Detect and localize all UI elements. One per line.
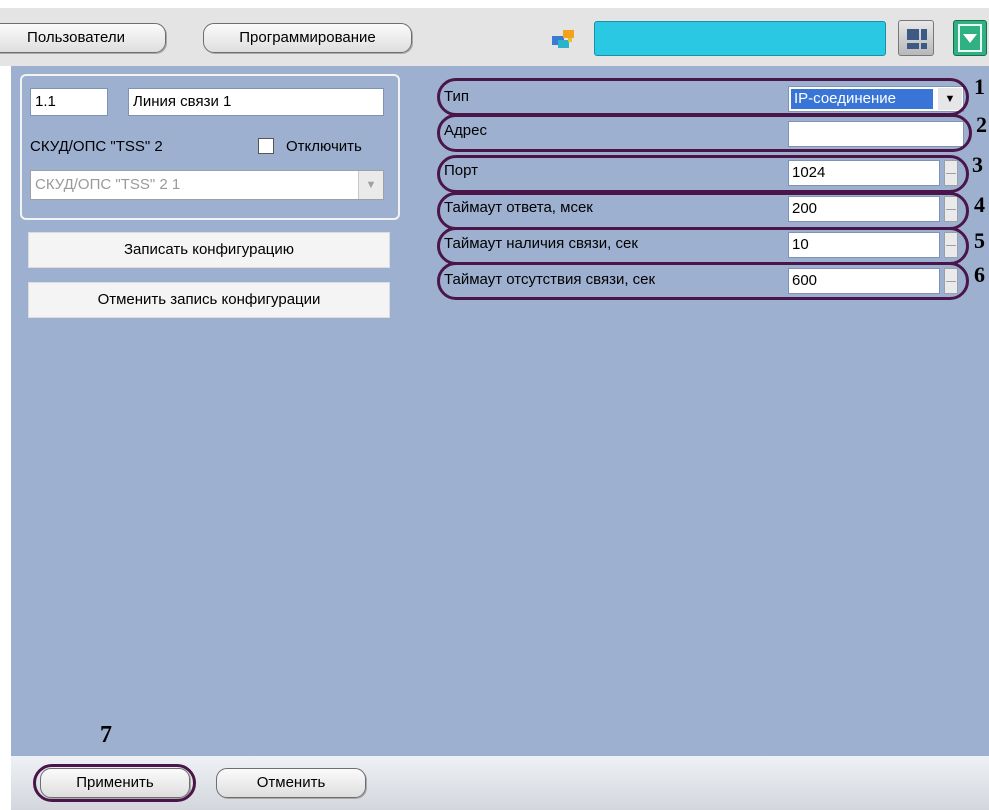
disable-checkbox[interactable] bbox=[258, 138, 274, 154]
callout-number-1: 1 bbox=[974, 74, 985, 99]
app-logo-icon bbox=[548, 27, 578, 53]
users-button[interactable]: Пользователи bbox=[0, 23, 166, 53]
layout-grid-button[interactable] bbox=[898, 20, 934, 56]
cancel-write-config-button-label: Отменить запись конфигурации bbox=[97, 291, 321, 308]
callout-number-3: 3 bbox=[972, 152, 983, 177]
callout-number-7: 7 bbox=[100, 722, 112, 748]
parent-object-select-value: СКУД/ОПС "TSS" 2 1 bbox=[35, 176, 181, 193]
chevron-down-icon: ▼ bbox=[358, 171, 383, 199]
top-cropped-strip bbox=[0, 0, 989, 8]
callout-number-4: 4 bbox=[974, 192, 985, 217]
callout-oval-7 bbox=[33, 764, 196, 802]
object-name-field[interactable]: Линия связи 1 bbox=[128, 88, 384, 116]
status-field[interactable] bbox=[594, 21, 886, 56]
callout-number-5: 5 bbox=[974, 228, 985, 253]
callout-oval-4 bbox=[437, 192, 969, 230]
callout-oval-3 bbox=[437, 155, 969, 193]
programming-button[interactable]: Программирование bbox=[203, 23, 412, 53]
callout-oval-1 bbox=[437, 78, 969, 116]
write-config-button-label: Записать конфигурацию bbox=[123, 241, 295, 258]
callout-oval-5 bbox=[437, 227, 969, 265]
callout-number-2: 2 bbox=[976, 112, 987, 137]
disable-checkbox-label: Отключить bbox=[286, 138, 362, 155]
object-id-field[interactable]: 1.1 bbox=[30, 88, 108, 116]
parent-object-label: СКУД/ОПС "TSS" 2 bbox=[30, 138, 163, 155]
chevron-down-icon bbox=[958, 24, 982, 52]
cancel-button[interactable]: Отменить bbox=[216, 768, 366, 798]
write-config-button[interactable]: Записать конфигурацию bbox=[28, 232, 390, 268]
programming-button-label: Программирование bbox=[239, 29, 376, 46]
callout-oval-2 bbox=[437, 114, 972, 152]
users-button-label: Пользователи bbox=[27, 29, 125, 46]
cancel-button-label: Отменить bbox=[256, 774, 326, 791]
expand-menu-button[interactable] bbox=[953, 20, 987, 56]
callout-oval-6 bbox=[437, 262, 969, 300]
parent-object-select: СКУД/ОПС "TSS" 2 1 ▼ bbox=[30, 170, 384, 200]
callout-number-6: 6 bbox=[974, 262, 985, 287]
cancel-write-config-button[interactable]: Отменить запись конфигурации bbox=[28, 282, 390, 318]
